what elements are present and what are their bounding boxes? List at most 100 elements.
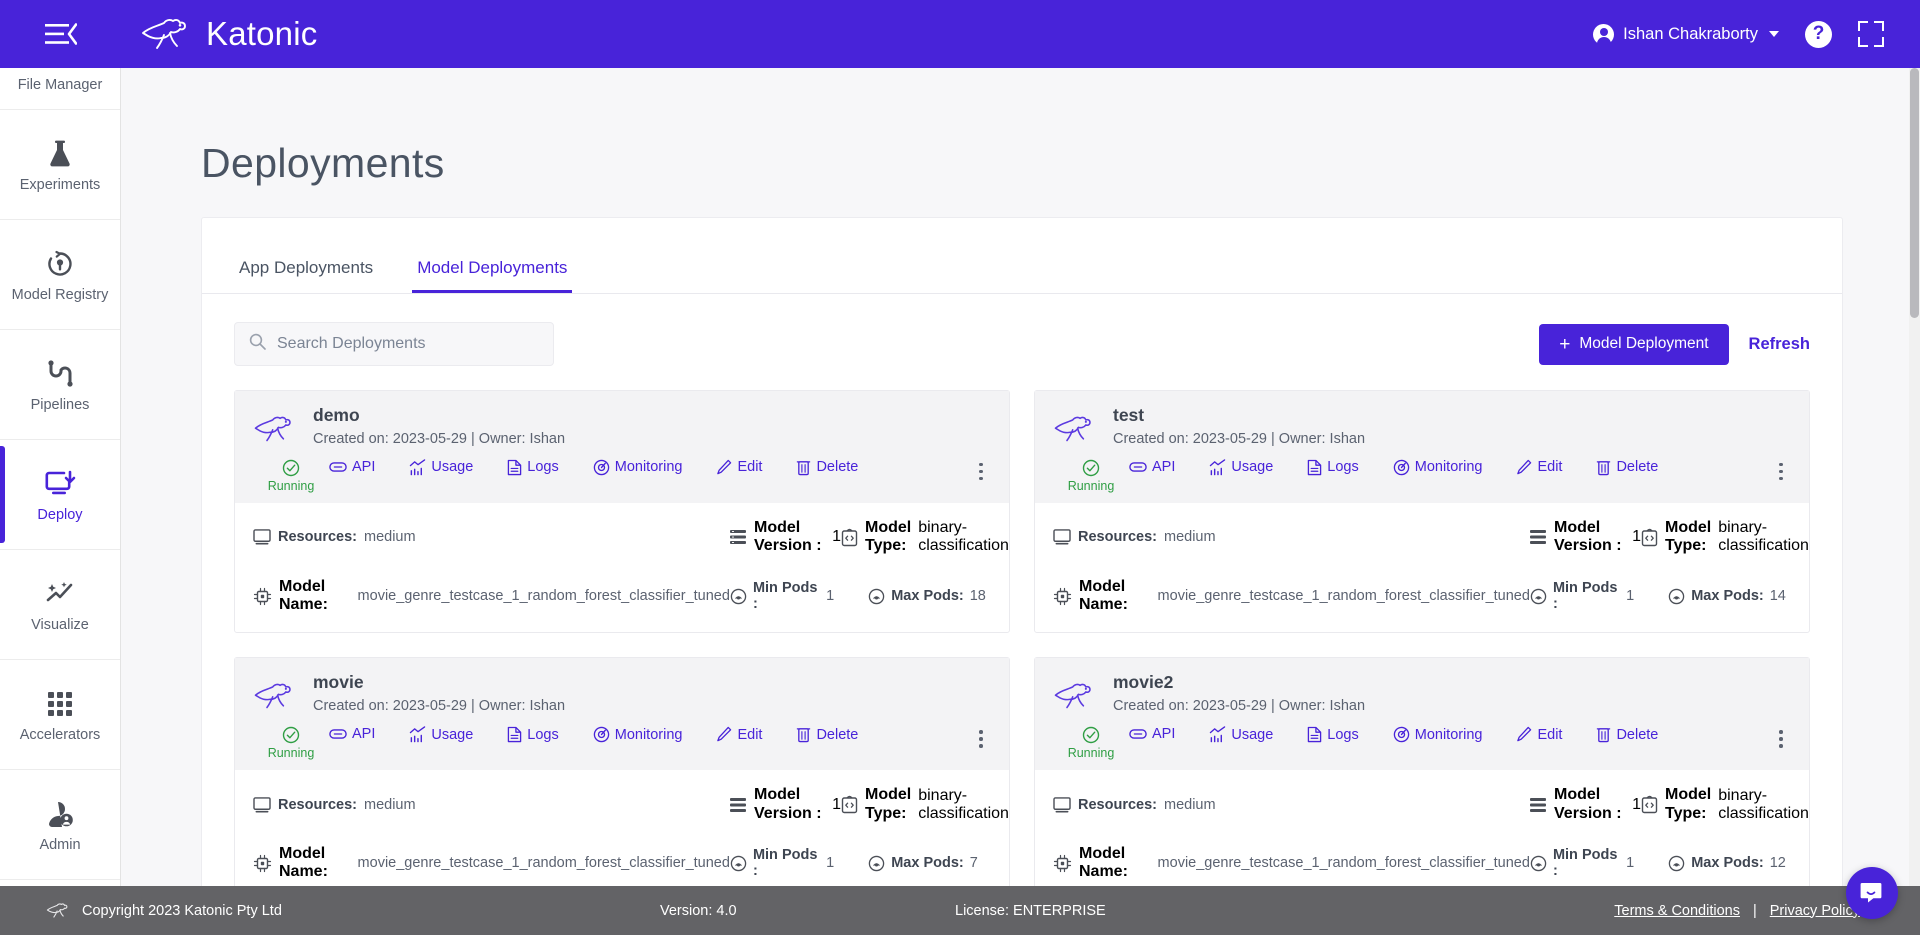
sidebar-item-pipelines[interactable]: Pipelines [0, 330, 120, 440]
api-label: API [1152, 726, 1176, 743]
more-options-icon[interactable] [971, 459, 991, 481]
monitoring-button[interactable]: Monitoring [1393, 726, 1482, 743]
usage-button[interactable]: Usage [1209, 726, 1273, 743]
monitoring-label: Monitoring [614, 459, 683, 476]
sidebar-item-visualize[interactable]: Visualize [0, 550, 120, 660]
monitoring-button[interactable]: Monitoring [593, 459, 683, 476]
sidebar-item-deploy[interactable]: Deploy [0, 440, 120, 550]
chip-icon [253, 587, 272, 606]
scrollbar-thumb[interactable] [1910, 68, 1919, 318]
link-icon [1129, 462, 1147, 472]
edit-button[interactable]: Edit [716, 726, 762, 743]
tab-bar: App Deployments Model Deployments [202, 218, 1842, 294]
logs-button[interactable]: Logs [1307, 726, 1359, 743]
api-label: API [352, 458, 376, 475]
sidebar-item-accelerators[interactable]: Accelerators [0, 660, 120, 770]
monitor-icon [253, 796, 271, 813]
search-box[interactable] [234, 322, 554, 366]
api-button[interactable]: API [329, 459, 375, 475]
refresh-button[interactable]: Refresh [1749, 335, 1810, 354]
max-pods-field: Max Pods: 14 [1668, 588, 1791, 605]
monitoring-button[interactable]: Monitoring [593, 726, 682, 743]
sidebar-item-label: Deploy [37, 506, 83, 523]
monitoring-button[interactable]: Monitoring [1393, 459, 1482, 476]
pods-icon [1668, 855, 1685, 872]
api-label: API [352, 726, 376, 743]
trash-icon [1597, 728, 1611, 743]
api-button[interactable]: API [1129, 459, 1175, 475]
logs-button[interactable]: Logs [507, 726, 559, 743]
model-type-label: Model Type: [865, 518, 912, 555]
usage-button[interactable]: Usage [1209, 459, 1273, 476]
sidebar-item-admin[interactable]: Admin [0, 770, 120, 880]
api-button[interactable]: API [1129, 726, 1175, 742]
more-options-icon[interactable] [1771, 459, 1791, 481]
hamburger-collapse-icon[interactable] [40, 13, 82, 55]
model-version-field: Model Version : 1 [729, 519, 841, 556]
sidebar-item-file-manager[interactable]: File Manager [0, 68, 120, 110]
edit-button[interactable]: Edit [1516, 726, 1562, 743]
delete-button[interactable]: Delete [796, 459, 858, 476]
delete-button[interactable]: Delete [796, 726, 858, 743]
admin-user-icon [43, 797, 77, 831]
model-type-value: binary-classification [1718, 786, 1809, 822]
tab-app-deployments[interactable]: App Deployments [234, 258, 378, 293]
kangaroo-icon [1053, 405, 1099, 449]
plus-icon: + [1559, 333, 1571, 355]
privacy-policy-link[interactable]: Privacy Policy [1770, 903, 1860, 919]
help-icon[interactable]: ? [1805, 20, 1832, 48]
link-icon [329, 462, 347, 472]
fullscreen-icon[interactable] [1858, 21, 1884, 47]
deploy-icon [43, 467, 77, 501]
more-options-icon[interactable] [971, 726, 991, 748]
model-name-label: Model Name: [1079, 577, 1128, 614]
chat-bubble-icon[interactable] [1846, 867, 1898, 919]
logs-button[interactable]: Logs [1307, 459, 1359, 476]
delete-label: Delete [1616, 726, 1659, 743]
pods-icon [1668, 588, 1685, 605]
page-scrollbar[interactable] [1909, 68, 1920, 886]
logs-button[interactable]: Logs [507, 459, 559, 476]
card-actions: Running API Usage Logs Monitoring Edit D… [1068, 726, 1791, 760]
usage-button[interactable]: Usage [409, 726, 473, 743]
model-name-value: movie_genre_testcase_1_random_forest_cla… [357, 855, 730, 872]
terms-and-conditions-link[interactable]: Terms & Conditions [1614, 903, 1740, 919]
status-label: Running [267, 746, 315, 761]
min-pods-field: Min Pods : 1 [1530, 580, 1634, 612]
edit-label: Edit [1537, 726, 1563, 743]
monitoring-icon [593, 727, 609, 743]
max-pods-field: Max Pods: 18 [868, 588, 991, 605]
footer-copyright: Copyright 2023 Katonic Pty Ltd [46, 901, 282, 920]
stack-icon [1529, 796, 1547, 814]
add-model-deployment-button[interactable]: + Model Deployment [1539, 323, 1729, 365]
edit-label: Edit [1537, 459, 1563, 476]
search-input[interactable] [277, 335, 539, 353]
monitoring-icon [593, 459, 609, 476]
edit-button[interactable]: Edit [716, 459, 762, 476]
sidebar-item-experiments[interactable]: Experiments [0, 110, 120, 220]
brand-logo[interactable]: Katonic [140, 15, 317, 53]
sidebar-nav: File Manager Experiments Model Registry [0, 68, 121, 935]
model-version-label: Model Version : [754, 786, 822, 822]
max-pods-value: 12 [1769, 855, 1786, 872]
usage-label: Usage [431, 459, 474, 476]
api-button[interactable]: API [329, 726, 375, 742]
page-footer: Copyright 2023 Katonic Pty Ltd Version: … [0, 886, 1920, 935]
usage-button[interactable]: Usage [409, 459, 473, 476]
tab-model-deployments[interactable]: Model Deployments [412, 258, 573, 293]
pencil-icon [1517, 459, 1532, 475]
delete-button[interactable]: Delete [1596, 459, 1658, 476]
user-menu-button[interactable]: Ishan Chakraborty [1593, 23, 1779, 46]
model-type-field: Model Type: binary-classification [841, 518, 1009, 556]
edit-button[interactable]: Edit [1516, 459, 1562, 476]
sidebar-item-label: File Manager [17, 77, 103, 93]
more-options-icon[interactable] [1771, 726, 1791, 748]
sidebar-item-model-registry[interactable]: Model Registry [0, 220, 120, 330]
chip-icon [253, 854, 272, 873]
pencil-icon [717, 727, 732, 742]
grid-icon [43, 687, 77, 721]
kangaroo-icon [253, 672, 299, 716]
card-row-1: Resources: medium Model Version: 1 Mode… [1053, 786, 1809, 823]
search-icon [249, 333, 266, 355]
delete-button[interactable]: Delete [1596, 726, 1658, 743]
